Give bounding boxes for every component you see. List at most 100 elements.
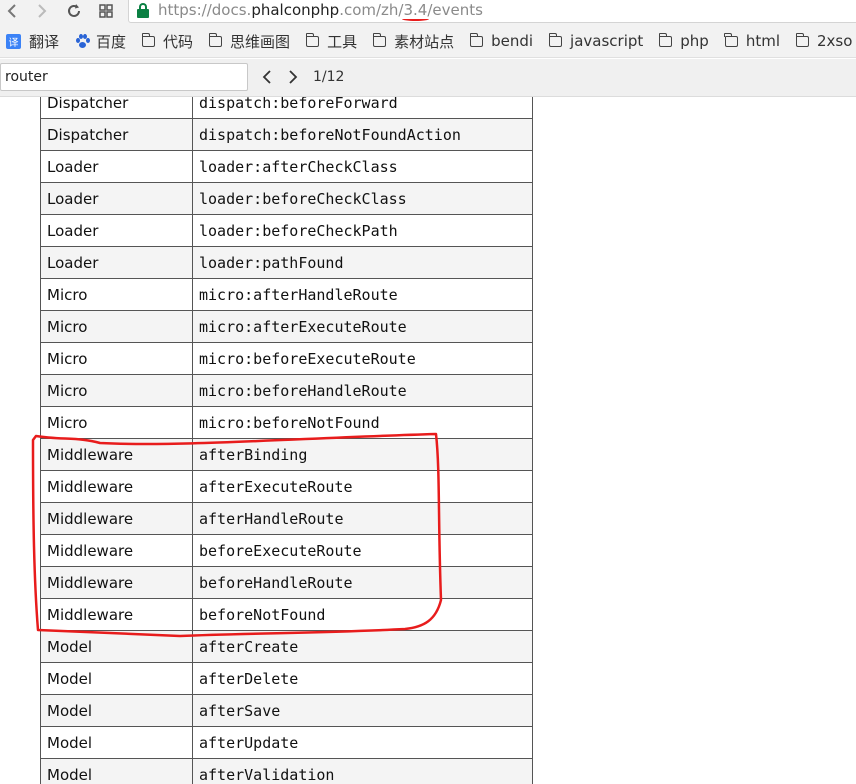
component-cell: Model [40,758,193,784]
component-cell: Middleware [40,598,193,631]
bookmarks-bar: 译 翻译 百度 代码 思维画图 工具 素材站点 bendi javascript… [0,25,856,58]
bookmark-folder-code[interactable]: 代码 [141,31,194,52]
event-cell: loader:beforeCheckClass [192,182,533,215]
folder-icon [795,32,810,47]
url-scheme: https:// [158,1,212,19]
table-row: Model afterValidation [40,758,533,784]
url-host-suffix: .com [339,1,376,19]
table-row: Loader loader:beforeCheckClass [40,182,533,215]
bookmark-label: javascript [570,32,644,50]
browser-toolbar: https://docs. phalconphp .com/zh/3.4/event… [0,0,856,25]
component-cell: Dispatcher [40,118,193,151]
component-cell: Middleware [40,566,193,599]
apps-icon[interactable] [96,0,116,22]
find-bar: 1/12 [0,59,856,97]
address-bar[interactable]: https://docs. phalconphp .com/zh/3.4/event… [128,0,856,23]
component-cell: Loader [40,214,193,247]
table-row: Loader loader:beforeCheckPath [40,214,533,247]
component-cell: Micro [40,310,193,343]
bookmark-label: 翻译 [29,32,60,51]
table-row: Dispatcher dispatch:beforeNotFoundAction [40,118,533,151]
component-cell: Micro [40,342,193,375]
back-icon[interactable] [4,0,20,22]
bookmark-label: 素材站点 [394,32,455,51]
folder-icon [141,32,156,47]
component-cell: Micro [40,406,193,439]
event-cell: loader:afterCheckClass [192,150,533,183]
bookmark-folder-php[interactable]: php [658,32,709,50]
table-row: Middleware afterBinding [40,438,533,471]
event-cell: afterCreate [192,630,533,663]
event-cell: beforeExecuteRoute [192,534,533,567]
component-cell: Middleware [40,502,193,535]
find-match-count: 1/12 [313,69,345,85]
forward-icon[interactable] [34,0,50,22]
bookmark-label: 思维画图 [230,32,291,51]
folder-icon [305,32,320,47]
component-cell: Middleware [40,534,193,567]
table-row: Middleware beforeExecuteRoute [40,534,533,567]
component-cell: Loader [40,150,193,183]
event-cell: afterValidation [192,758,533,784]
component-cell: Micro [40,374,193,407]
bookmark-label: 2xso [817,32,853,50]
table-row: Micro micro:afterExecuteRoute [40,310,533,343]
version-underline-annotation [401,17,430,21]
event-cell: afterExecuteRoute [192,470,533,503]
bookmark-label: 百度 [96,32,127,51]
component-cell: Middleware [40,438,193,471]
table-row: Micro micro:beforeHandleRoute [40,374,533,407]
table-row: Loader loader:afterCheckClass [40,150,533,183]
bookmark-folder-tools[interactable]: 工具 [305,31,358,52]
bookmark-folder-2xso[interactable]: 2xso [795,32,853,50]
url-path-rest: /events [427,1,483,19]
bookmark-folder-mindmap[interactable]: 思维画图 [208,31,291,52]
lock-icon [137,2,149,18]
event-cell: afterDelete [192,662,533,695]
table-row: Loader loader:pathFound [40,246,533,279]
bookmark-folder-bendi[interactable]: bendi [469,32,534,50]
event-cell: afterBinding [192,438,533,471]
component-cell: Model [40,726,193,759]
url-path-lang: /zh/ [376,1,404,19]
folder-icon [724,32,738,47]
event-cell: loader:pathFound [192,246,533,279]
bookmark-label: 代码 [163,32,194,51]
bookmark-folder-assets[interactable]: 素材站点 [372,31,455,52]
folder-icon [469,32,484,47]
chevron-left-icon[interactable] [258,67,276,87]
table-row: Middleware afterHandleRoute [40,502,533,535]
bookmark-label: php [680,32,709,50]
chevron-right-icon[interactable] [284,67,302,87]
events-table: Dispatcher dispatch:beforeForward Dispatch… [40,86,533,784]
event-cell: micro:afterExecuteRoute [192,310,533,343]
event-cell: dispatch:beforeNotFoundAction [192,118,533,151]
table-row: Middleware afterExecuteRoute [40,470,533,503]
component-cell: Loader [40,246,193,279]
translate-icon: 译 [6,33,21,49]
find-input[interactable] [0,63,248,91]
table-row: Micro micro:beforeExecuteRoute [40,342,533,375]
table-row: Model afterSave [40,694,533,727]
component-cell: Model [40,662,193,695]
event-cell: micro:beforeNotFound [192,406,533,439]
component-cell: Loader [40,182,193,215]
bookmark-folder-javascript[interactable]: javascript [548,32,644,50]
component-cell: Middleware [40,470,193,503]
event-cell: loader:beforeCheckPath [192,214,533,247]
reload-icon[interactable] [64,0,84,22]
table-row: Micro micro:afterHandleRoute [40,278,533,311]
baidu-icon [75,34,91,48]
bookmark-baidu[interactable]: 百度 [75,31,126,52]
table-row: Model afterDelete [40,662,533,695]
folder-icon [548,32,563,47]
bookmark-folder-html[interactable]: html [724,32,781,50]
component-cell: Model [40,694,193,727]
bookmark-label: bendi [491,32,534,50]
table-row: Model afterCreate [40,630,533,663]
bookmark-translate[interactable]: 译 翻译 [6,31,59,52]
folder-icon [372,32,387,47]
bookmark-label: html [745,32,781,50]
bookmark-label: 工具 [327,32,358,51]
event-cell: afterHandleRoute [192,502,533,535]
